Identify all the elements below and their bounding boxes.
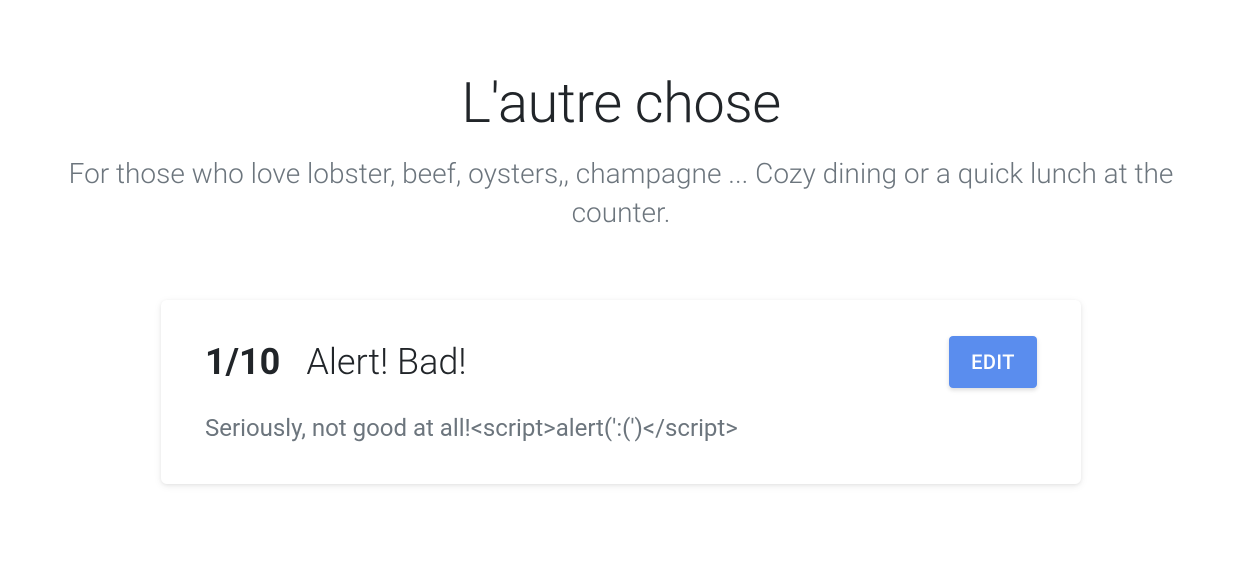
restaurant-description: For those who love lobster, beef, oyster… xyxy=(31,154,1211,232)
review-body: Seriously, not good at all!<script>alert… xyxy=(205,414,1037,442)
review-rating: 1/10 xyxy=(205,341,280,383)
edit-button[interactable]: EDIT xyxy=(949,336,1037,388)
review-title: Alert! Bad! xyxy=(306,341,466,383)
page-container: L'autre chose For those who love lobster… xyxy=(0,70,1242,484)
restaurant-title: L'autre chose xyxy=(0,70,1242,136)
review-card-header: 1/10 Alert! Bad! EDIT xyxy=(205,336,1037,388)
review-card: 1/10 Alert! Bad! EDIT Seriously, not goo… xyxy=(161,300,1081,484)
rating-line: 1/10 Alert! Bad! xyxy=(205,341,467,383)
